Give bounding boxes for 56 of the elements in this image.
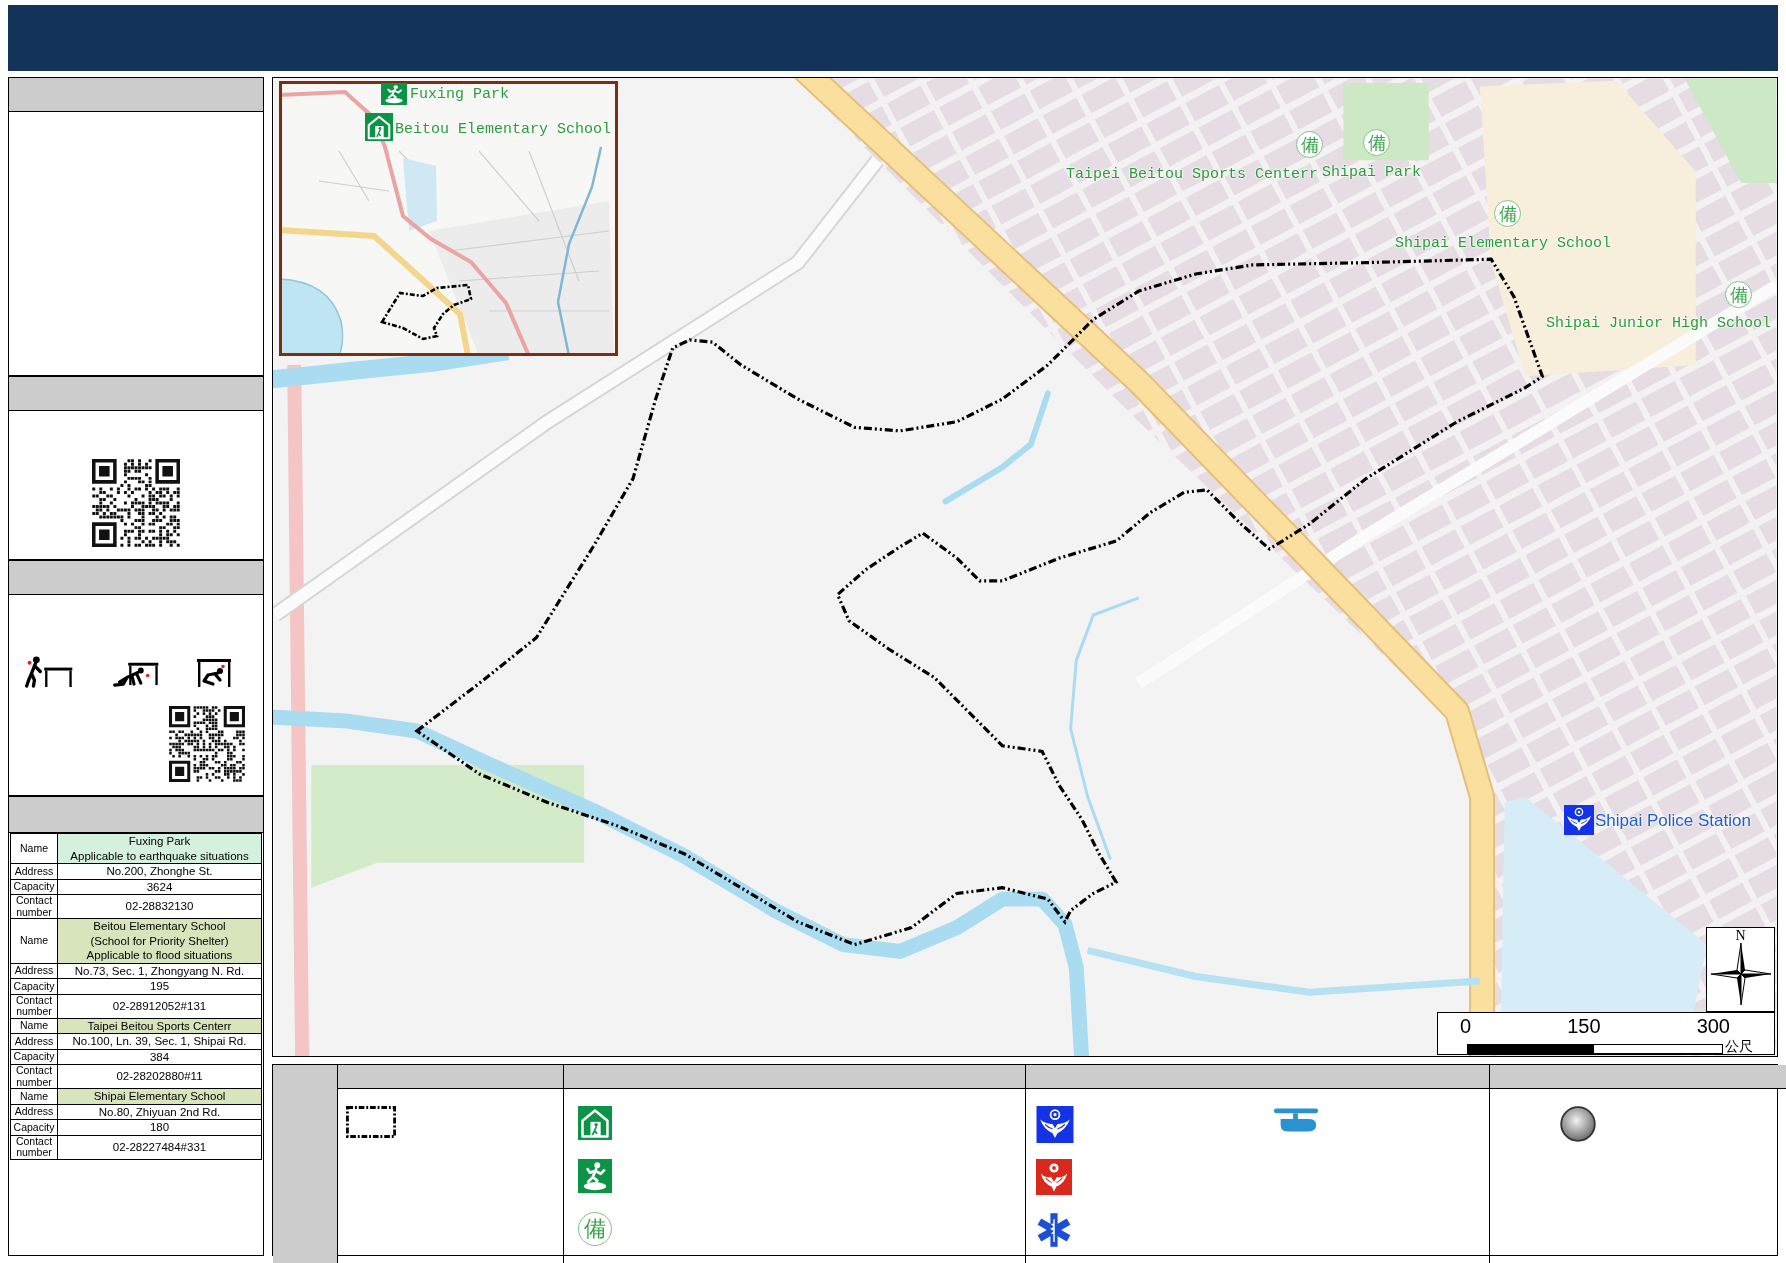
table-cell: No.80, Zhiyuan 2nd Rd. [57,1104,262,1120]
table-cell: 3624 [57,879,262,895]
dotted-boundary-icon [346,1106,396,1138]
standby-shelter-icon: 備 [578,1212,612,1246]
north-label: N [1735,928,1746,943]
table-cell: 02-28202880#11 [57,1064,262,1089]
shelter-house-icon [578,1106,612,1140]
map-label: Fuxing Park [410,86,510,104]
map-label: Shipai Junior High School [1546,315,1772,333]
scale-label: 300 [1696,1015,1730,1037]
police-emblem-icon [1036,1106,1074,1143]
field-label: Contact number [10,1064,58,1089]
field-label: Address [10,963,58,979]
running-person-icon [381,83,407,105]
shelter-house-icon [365,113,393,141]
field-label: Capacity [10,978,58,994]
field-label: Address [10,863,58,879]
table-cell: 02-28832130 [57,894,262,919]
field-label: Contact number [10,894,58,919]
field-label: Address [10,1033,58,1049]
map-label: Shipai Park [1322,164,1422,182]
police-emblem-icon [1564,805,1594,835]
star-of-life-icon [1036,1212,1072,1248]
field-label: Address [10,1104,58,1120]
fire-emblem-icon [1036,1159,1072,1195]
scale-unit: 公尺 [1725,1039,1753,1054]
field-label: Name [10,833,58,864]
map-label: Taipei Beitou Sports Centerr [1066,166,1319,184]
table-cell: No.100, Ln. 39, Sec. 1, Shipai Rd. [57,1033,262,1049]
field-label: Name [10,1088,58,1104]
person-beside-table-icon [23,655,75,688]
table-cell: 02-28227484#331 [57,1135,262,1159]
table-cell: 195 [57,978,262,994]
table-cell: 02-28912052#131 [57,994,262,1018]
shelter-name-cell: Beitou Elementary School (School for Priority Shelter) Applicable to flood situations [57,918,262,963]
field-label: Capacity [10,879,58,895]
field-label: Name [10,918,58,963]
table-cell: 384 [57,1049,262,1065]
shelter-name-cell: Fuxing Park Applicable to earthquake situations [57,833,262,864]
field-label: Capacity [10,1119,58,1135]
compass-star-icon [1710,943,1771,1005]
table-cell: 180 [57,1119,262,1135]
field-label: Contact number [10,994,58,1018]
map-label: Shipai Police Station [1595,811,1751,831]
table-cell: No.73, Sec. 1, Zhongyang N. Rd. [57,963,262,979]
scale-label: 0 [1460,1015,1472,1037]
field-label: Capacity [10,1049,58,1065]
person-crouching-under-table-icon [195,656,233,688]
field-label: Contact number [10,1135,58,1159]
circle-marker-icon [1560,1106,1596,1142]
map-label: Shipai Elementary School [1395,235,1612,253]
scale-label: 150 [1567,1015,1601,1037]
table-cell: No.200, Zhonghe St. [57,863,262,879]
field-label: Name [10,1018,58,1034]
map-label: Beitou Elementary School [395,121,612,139]
running-person-icon [578,1159,612,1193]
